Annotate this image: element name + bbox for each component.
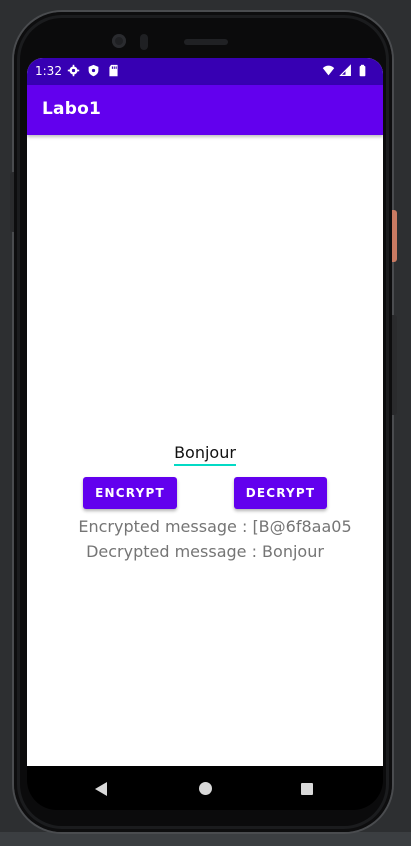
front-camera-icon	[112, 34, 126, 48]
app-bar: Labo1	[27, 85, 383, 135]
status-icons-right	[322, 64, 369, 77]
back-icon[interactable]	[95, 782, 107, 796]
signal-icon	[339, 64, 351, 76]
status-icons-left	[67, 64, 120, 77]
volume-button[interactable]	[392, 315, 397, 415]
sd-card-icon	[109, 64, 118, 77]
earpiece-speaker	[184, 39, 228, 45]
decrypted-message-text: Decrypted message : Bonjour	[86, 542, 324, 561]
home-icon[interactable]	[199, 782, 212, 795]
message-input[interactable]	[174, 440, 236, 466]
navigation-bar	[27, 766, 383, 810]
side-button-left	[10, 172, 14, 232]
shield-icon	[88, 64, 99, 77]
status-bar: 1:32	[27, 58, 383, 85]
power-button[interactable]	[392, 210, 397, 262]
encrypt-button[interactable]: ENCRYPT	[83, 477, 177, 509]
emulator-stage: 1:32 Labo1 Bonjour ENCRYPT DECRYPT Encry…	[0, 0, 411, 846]
recents-icon[interactable]	[301, 783, 313, 795]
app-title: Labo1	[42, 99, 101, 119]
main-content: ENCRYPT DECRYPT Encrypted message : [B@6…	[27, 135, 383, 766]
device-screen: 1:32 Labo1 Bonjour ENCRYPT DECRYPT Encry…	[27, 58, 383, 766]
gear-icon	[67, 64, 80, 77]
decrypt-button[interactable]: DECRYPT	[234, 477, 327, 509]
input-container	[174, 440, 236, 466]
encrypted-message-text: Encrypted message : [B@6f8aa05	[78, 517, 352, 536]
sensor-icon	[140, 34, 148, 50]
status-time: 1:32	[35, 64, 62, 78]
battery-icon	[359, 64, 366, 77]
emulator-bottom-strip	[0, 832, 411, 846]
wifi-icon	[322, 65, 335, 76]
